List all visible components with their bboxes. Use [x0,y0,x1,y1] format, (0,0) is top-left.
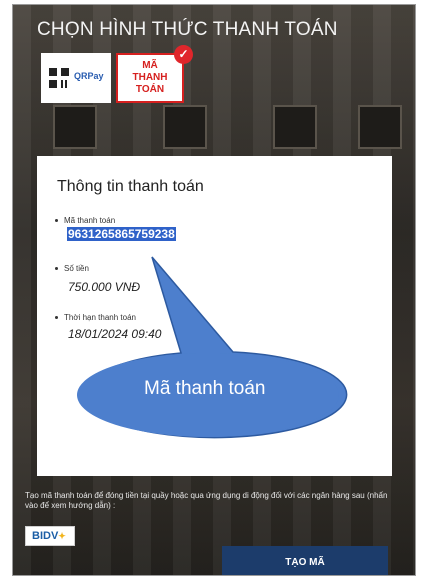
qrpay-label: QRPay [74,71,104,81]
payment-screen: CHỌN HÌNH THỨC THANH TOÁN QRPay MÃ THANH… [12,4,416,576]
payment-code-value[interactable]: 9631265865759238 [67,227,176,241]
bullet-icon [55,267,58,271]
callout-text: Mã thanh toán [144,378,266,399]
background-window [358,105,402,149]
background-window [273,105,317,149]
page-title: CHỌN HÌNH THỨC THANH TOÁN [37,19,338,40]
qr-code-icon [49,68,69,88]
bullet-icon [55,316,58,320]
payment-code-option-label: MÃ THANH TOÁN [132,60,168,95]
bullet-icon [55,219,58,223]
payment-code-label: Mã thanh toán [55,216,115,225]
deadline-label: Thời hạn thanh toán [55,313,136,322]
amount-label: Số tiền [55,264,89,273]
dialog-title: Thông tin thanh toán [57,178,204,195]
star-icon: ✦ [58,531,66,541]
bank-instruction: Tạo mã thanh toán để đóng tiền tại quầy … [25,491,388,510]
create-code-button[interactable]: TẠO MÃ [222,546,388,575]
background-window [53,105,97,149]
qrpay-option[interactable]: QRPay [41,53,111,103]
deadline-value: 18/01/2024 09:40 [68,327,162,341]
amount-value: 750.000 VNĐ [68,280,141,294]
payment-code-option[interactable]: MÃ THANH TOÁN [116,53,184,103]
check-icon: ✓ [174,45,193,64]
bidv-bank-logo[interactable]: BIDV✦ [25,526,75,546]
background-window [163,105,207,149]
payment-info-dialog: Thông tin thanh toán Mã thanh toán 96312… [37,156,392,476]
